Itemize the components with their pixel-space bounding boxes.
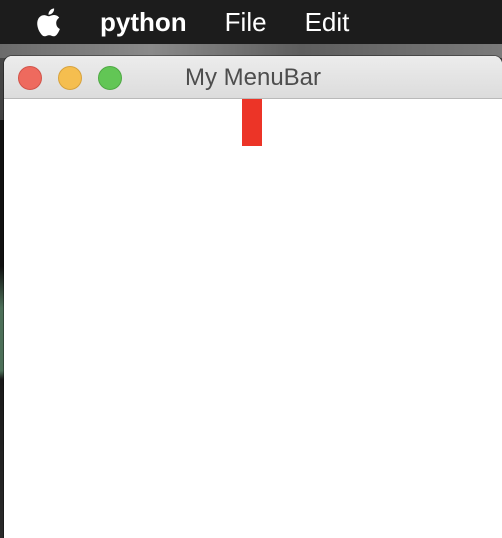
menu-app-python[interactable]: python — [100, 0, 187, 44]
menu-file[interactable]: File — [225, 0, 267, 44]
desktop-screen: python File Edit My MenuBar — [0, 0, 502, 538]
menu-edit[interactable]: Edit — [305, 0, 350, 44]
apple-logo-svg — [37, 8, 60, 37]
apple-icon[interactable] — [33, 5, 63, 39]
red-widget[interactable] — [242, 99, 262, 146]
app-window: My MenuBar — [4, 56, 502, 538]
window-content — [4, 99, 502, 538]
window-title: My MenuBar — [184, 64, 322, 91]
system-menubar: python File Edit — [0, 0, 502, 44]
window-titlebar[interactable]: My MenuBar — [4, 56, 502, 99]
